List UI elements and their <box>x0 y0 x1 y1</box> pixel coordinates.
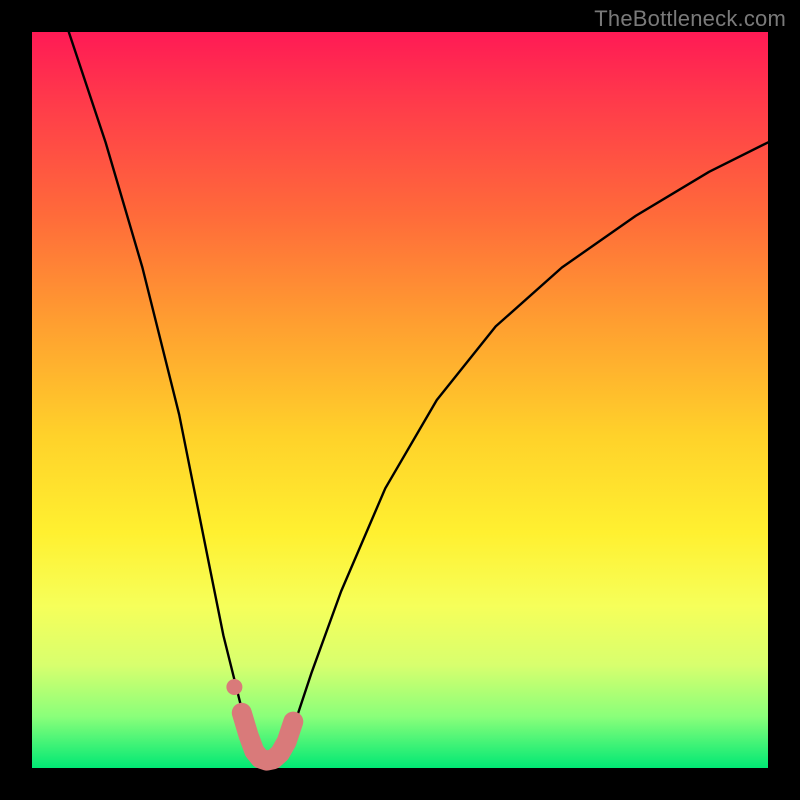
chart-overlay <box>32 32 768 768</box>
chart-frame: TheBottleneck.com <box>0 0 800 800</box>
plot-area <box>32 32 768 768</box>
bottleneck-curve <box>69 32 768 761</box>
highlight-band <box>242 713 293 761</box>
watermark-text: TheBottleneck.com <box>594 6 786 32</box>
highlight-start-dot <box>226 679 242 695</box>
